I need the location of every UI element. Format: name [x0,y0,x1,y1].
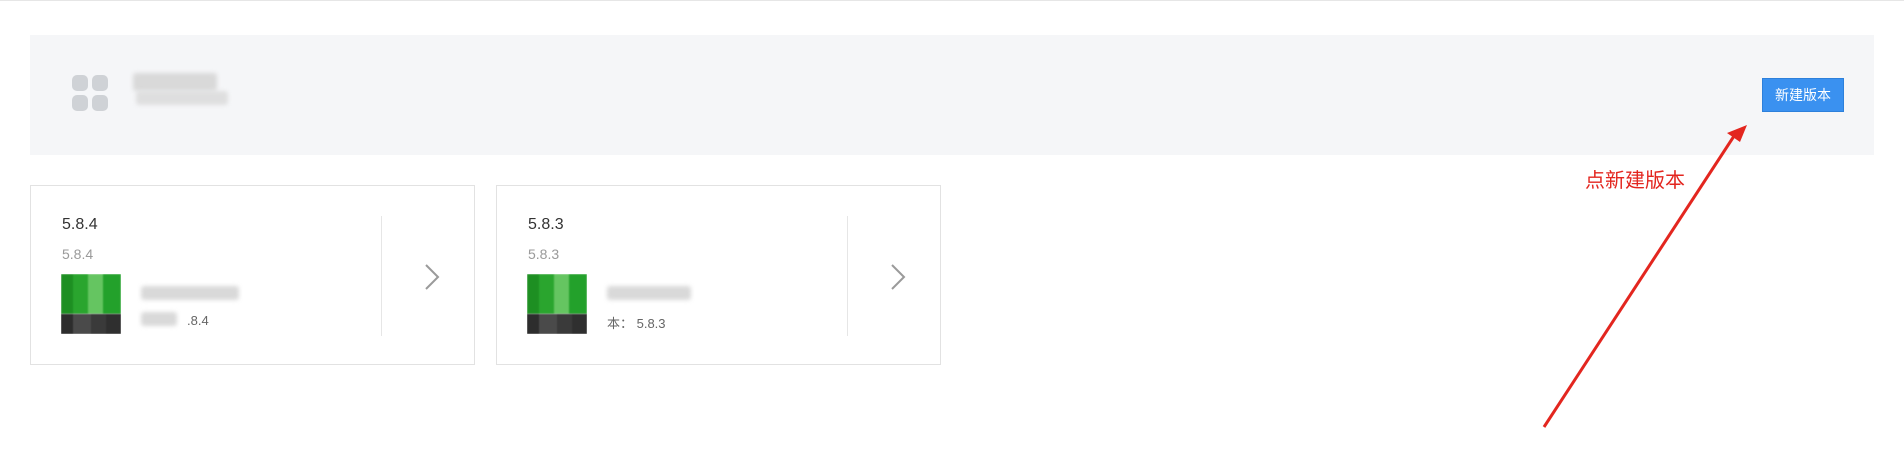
version-number-line: .8.4 [187,313,209,328]
card-divider [381,216,382,336]
chevron-right-icon[interactable] [423,262,441,292]
app-grid-icon [72,75,108,111]
version-title: 5.8.4 [62,216,98,233]
chevron-right-icon[interactable] [889,262,907,292]
version-title: 5.8.3 [528,216,564,233]
redacted-package-name [141,286,239,300]
card-divider [847,216,848,336]
version-subtitle: 5.8.4 [62,246,94,262]
redacted-package-name [607,286,691,300]
app-header-panel [30,35,1874,155]
grid-square-icon [92,75,108,91]
version-card-5-8-3[interactable]: 5.8.3 5.8.3 本： 5.8.3 [496,185,941,365]
version-number-line: 本： 5.8.3 [607,316,666,331]
annotation-instruction: 点新建版本 [1585,168,1685,192]
version-card-5-8-4[interactable]: 5.8.4 5.8.4 .8.4 [30,185,475,365]
grid-square-icon [72,95,88,111]
new-version-button[interactable]: 新建版本 [1762,78,1844,112]
redacted-app-name-secondary [136,91,228,105]
thumbnail-bottom [527,314,587,334]
thumbnail-bottom [61,314,121,334]
grid-square-icon [72,75,88,91]
redacted-app-name [133,73,217,91]
app-thumbnail [527,274,587,334]
redacted-version-label [141,312,177,326]
grid-square-icon [92,95,108,111]
app-page: 新建版本 点新建版本 5.8.4 5.8.4 .8.4 5.8.3 5.8.3 … [0,0,1904,458]
app-thumbnail [61,274,121,334]
version-subtitle: 5.8.3 [528,246,560,262]
thumbnail-top [527,274,587,314]
thumbnail-top [61,274,121,314]
